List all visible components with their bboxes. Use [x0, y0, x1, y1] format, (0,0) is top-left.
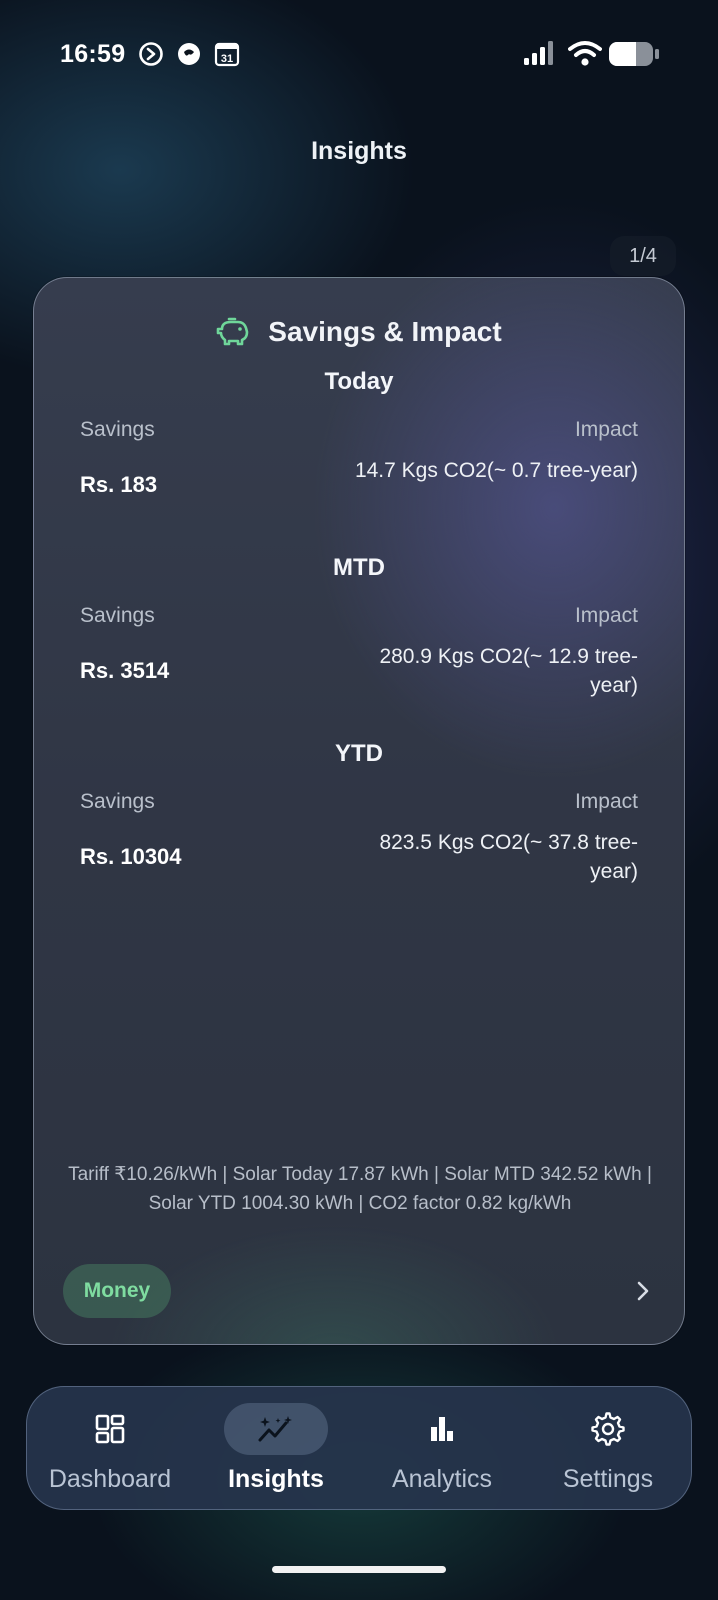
signal-icon [524, 41, 553, 65]
sparkle-trend-icon [258, 1416, 292, 1442]
home-indicator[interactable] [272, 1566, 446, 1573]
bar-chart-icon [431, 1417, 453, 1441]
bottom-navigation: Dashboard Insights Analytics Settings [26, 1386, 692, 1510]
impact-label: Impact [574, 604, 638, 627]
nav-item-insights[interactable]: Insights [193, 1387, 359, 1511]
section-today: Today Savings Impact Rs. 183 14.7 Kgs CO… [34, 368, 684, 548]
savings-value: Rs. 3514 [80, 658, 170, 683]
nav-item-dashboard[interactable]: Dashboard [27, 1387, 193, 1511]
status-time: 16:59 [60, 40, 126, 68]
svg-text:31: 31 [221, 53, 233, 65]
battery-icon [609, 42, 659, 66]
savings-value: Rs. 10304 [80, 844, 182, 869]
wifi-icon [568, 41, 602, 66]
chevron-right-icon[interactable] [632, 1279, 654, 1303]
nav-label: Analytics [391, 1465, 493, 1493]
impact-value: 823.5 Kgs CO2(~ 37.8 tree-year) [379, 831, 638, 883]
savings-impact-card[interactable]: Savings & Impact Today Savings Impact Rs… [33, 277, 685, 1345]
nav-label: Dashboard [48, 1465, 172, 1493]
piggy-bank-icon [216, 317, 249, 346]
section-title: MTD [333, 554, 385, 581]
calendar-icon: 31 [214, 42, 240, 67]
savings-label: Savings [80, 418, 155, 441]
impact-label: Impact [574, 418, 638, 441]
savings-value: Rs. 183 [80, 472, 158, 497]
status-bar: 16:59 31 [0, 0, 718, 108]
nav-label: Insights [228, 1465, 324, 1493]
money-chip[interactable]: Money [63, 1264, 171, 1318]
nav-item-settings[interactable]: Settings [525, 1387, 691, 1511]
nav-item-analytics[interactable]: Analytics [359, 1387, 525, 1511]
impact-label: Impact [574, 790, 638, 813]
page-indicator: 1/4 [610, 236, 676, 276]
gear-icon [591, 1412, 625, 1446]
section-title: YTD [335, 740, 383, 767]
impact-value: 280.9 Kgs CO2(~ 12.9 tree-year) [379, 645, 638, 697]
dashboard-grid-icon [95, 1414, 125, 1444]
section-mtd: MTD Savings Impact Rs. 3514 280.9 Kgs CO… [34, 554, 684, 734]
savings-label: Savings [80, 604, 155, 627]
section-ytd: YTD Savings Impact Rs. 10304 823.5 Kgs C… [34, 740, 684, 920]
chat-bubble-icon [178, 43, 200, 65]
arrow-badge-icon [139, 42, 163, 66]
nav-label: Settings [562, 1465, 654, 1493]
page-title: Insights [311, 137, 407, 165]
calculation-footnote: Tariff ₹10.26/kWh | Solar Today 17.87 kW… [68, 1164, 652, 1214]
section-title: Today [324, 368, 394, 395]
savings-label: Savings [80, 790, 155, 813]
card-header: Savings & Impact [34, 312, 684, 352]
impact-value: 14.7 Kgs CO2(~ 0.7 tree-year) [354, 459, 638, 482]
card-title: Savings & Impact [268, 316, 502, 347]
